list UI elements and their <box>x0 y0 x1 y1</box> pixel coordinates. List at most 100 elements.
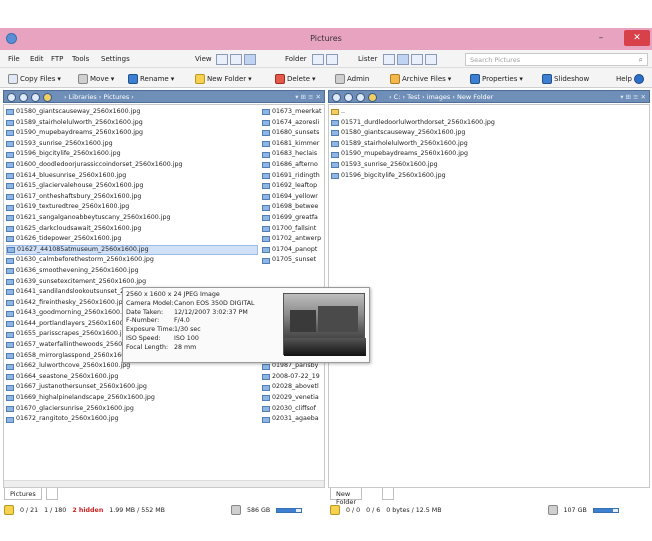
list-item[interactable]: 01627_441085atmuseum_2560x1600.jpg <box>6 244 258 256</box>
left-pane-controls[interactable]: ▾ ⊞ ≡ ✕ <box>295 93 321 101</box>
left-horizontal-scrollbar[interactable] <box>4 480 324 487</box>
folder-layout-icon[interactable] <box>326 53 338 65</box>
favorites-icon[interactable] <box>43 93 52 102</box>
list-item[interactable]: 01680_sunsets <box>262 128 324 139</box>
list-item[interactable]: 01626_tidepower_2560x1600.jpg <box>6 234 258 245</box>
up-icon[interactable] <box>31 93 40 102</box>
list-item[interactable]: 01615_glaciervalehouse_2560x1600.jpg <box>6 181 258 192</box>
hidden-count[interactable]: 2 hidden <box>72 507 103 514</box>
list-item[interactable]: 01669_highalpinelandscape_2560x1600.jpg <box>6 393 258 404</box>
list-item[interactable]: 01621_sangalganoabbeytuscany_2560x1600.j… <box>6 213 258 224</box>
list-item[interactable]: 02029_venetia <box>262 393 324 404</box>
list-item[interactable]: 01617_ontheshaftsbury_2560x1600.jpg <box>6 192 258 203</box>
lister-vertical-icon[interactable] <box>411 53 423 65</box>
list-item[interactable]: 01667_justanothersunset_2560x1600.jpg <box>6 382 258 393</box>
properties-button[interactable]: Properties ▾ <box>470 72 523 86</box>
list-item[interactable] <box>262 266 324 277</box>
view-thumbs-icon[interactable] <box>244 53 256 65</box>
list-item[interactable] <box>262 277 324 288</box>
rename-button[interactable]: Rename ▾ <box>128 72 174 86</box>
list-item[interactable]: 01636_smoothevening_2560x1600.jpg <box>6 266 258 277</box>
list-item[interactable]: 01590_mupebaydreams_2560x1600.jpg <box>331 149 631 160</box>
list-item[interactable]: 01596_bigcitylife_2560x1600.jpg <box>6 149 258 160</box>
list-item[interactable]: 01692_leaftop <box>262 181 324 192</box>
minimize-button[interactable]: – <box>590 30 612 46</box>
list-item[interactable]: 01705_sunset <box>262 255 324 266</box>
menu-settings[interactable]: Settings <box>101 55 130 63</box>
list-item[interactable]: 01681_kimmer <box>262 139 324 150</box>
list-item[interactable]: 01691_ridingth <box>262 171 324 182</box>
search-icon[interactable]: ⌕ <box>639 55 643 65</box>
tab-pictures[interactable]: Pictures <box>4 488 42 500</box>
help-button[interactable]: Help <box>616 72 644 86</box>
delete-button[interactable]: Delete ▾ <box>275 72 316 86</box>
folder-tree-icon[interactable] <box>312 53 324 65</box>
slideshow-button[interactable]: Slideshow <box>542 72 589 86</box>
list-item[interactable]: 01694_yellowr <box>262 192 324 203</box>
list-item[interactable]: 2008-07-22_19 <box>262 372 324 383</box>
view-list-icon[interactable] <box>216 53 228 65</box>
list-item[interactable]: 01589_stairholelulworth_2560x1600.jpg <box>6 118 258 129</box>
favorites-icon[interactable] <box>368 93 377 102</box>
up-icon[interactable] <box>356 93 365 102</box>
tab-new-folder[interactable]: New Folder <box>330 488 363 506</box>
list-item[interactable]: 01686_afterno <box>262 160 324 171</box>
list-item[interactable]: 01625_darkcloudsawait_2560x1600.jpg <box>6 224 258 235</box>
search-input[interactable]: Search Pictures ⌕ <box>465 53 648 66</box>
right-file-pane[interactable]: .. 01571_durdledoorlulworthdorset_2560x16… <box>328 104 650 488</box>
new-folder-button[interactable]: New Folder ▾ <box>195 72 252 86</box>
list-item[interactable]: 01704_panopt <box>262 245 324 256</box>
list-item[interactable]: 01593_sunrise_2560x1600.jpg <box>6 139 258 150</box>
forward-icon[interactable] <box>344 93 353 102</box>
list-item[interactable]: 01670_glaciersunrise_2560x1600.jpg <box>6 404 258 415</box>
back-icon[interactable] <box>332 93 341 102</box>
list-item[interactable]: 01571_durdledoorlulworthdorset_2560x1600… <box>331 118 631 129</box>
back-icon[interactable] <box>7 93 16 102</box>
view-details-icon[interactable] <box>230 53 242 65</box>
list-item[interactable]: 01672_rangitoto_2560x1600.jpg <box>6 414 258 425</box>
menu-edit[interactable]: Edit <box>30 55 44 63</box>
list-item[interactable]: 01683_heclais <box>262 149 324 160</box>
list-item[interactable]: 01580_giantscauseway_2560x1600.jpg <box>6 107 258 118</box>
list-item[interactable]: 01596_bigcitylife_2560x1600.jpg <box>331 171 631 182</box>
list-item[interactable]: 01589_stairholelulworth_2560x1600.jpg <box>331 139 631 150</box>
list-item[interactable]: 02028_abovetl <box>262 382 324 393</box>
lister-dual-icon[interactable] <box>397 53 409 65</box>
menu-file[interactable]: File <box>8 55 20 63</box>
list-item[interactable]: .. <box>331 107 631 118</box>
list-item[interactable]: 01673_meerkat <box>262 107 324 118</box>
list-item[interactable]: 02031_agaeba <box>262 414 324 425</box>
list-item[interactable]: 01600_doodledoorjurassiccoindorset_2560x… <box>6 160 258 171</box>
right-address-bar[interactable]: › C: › Test › images › New Folder ▾ ⊞ ≡ … <box>328 90 650 103</box>
right-pane-controls[interactable]: ▾ ⊞ ≡ ✕ <box>620 93 646 101</box>
list-item[interactable]: 01700_fallsint <box>262 224 324 235</box>
list-item[interactable]: 01593_sunrise_2560x1600.jpg <box>331 160 631 171</box>
list-item[interactable]: 02030_cliffsof <box>262 404 324 415</box>
list-item[interactable]: 01664_seastone_2560x1600.jpg <box>6 372 258 383</box>
list-item[interactable]: 01698_betwee <box>262 202 324 213</box>
new-tab-button[interactable] <box>382 488 394 500</box>
menu-view[interactable]: View <box>195 55 212 63</box>
left-address-bar[interactable]: › Libraries › Pictures › ▾ ⊞ ≡ ✕ <box>3 90 325 103</box>
list-item[interactable]: 01674_azoresli <box>262 118 324 129</box>
left-breadcrumb[interactable]: › Libraries › Pictures › <box>64 93 134 101</box>
menu-lister[interactable]: Lister <box>358 55 377 63</box>
copy-files-button[interactable]: Copy Files ▾ <box>8 72 61 86</box>
menu-tools[interactable]: Tools <box>72 55 89 63</box>
list-item[interactable]: 01639_sunsetexcitement_2560x1600.jpg <box>6 277 258 288</box>
archive-files-button[interactable]: Archive Files ▾ <box>390 72 451 86</box>
lister-single-icon[interactable] <box>383 53 395 65</box>
list-item[interactable]: 01630_calmbeforethestorm_2560x1600.jpg <box>6 255 258 266</box>
move-button[interactable]: Move ▾ <box>78 72 114 86</box>
menu-folder[interactable]: Folder <box>285 55 307 63</box>
close-button[interactable]: ✕ <box>624 30 650 46</box>
new-tab-button[interactable] <box>46 488 58 500</box>
admin-button[interactable]: Admin <box>335 72 369 86</box>
list-item[interactable]: 01702_antwerp <box>262 234 324 245</box>
list-item[interactable]: 01580_giantscauseway_2560x1600.jpg <box>331 128 631 139</box>
list-item[interactable]: 01699_greatfa <box>262 213 324 224</box>
list-item[interactable]: 01619_texturedtree_2560x1600.jpg <box>6 202 258 213</box>
list-item[interactable]: 01614_bluesunrise_2560x1600.jpg <box>6 171 258 182</box>
menu-ftp[interactable]: FTP <box>51 55 63 63</box>
lister-horizontal-icon[interactable] <box>425 53 437 65</box>
